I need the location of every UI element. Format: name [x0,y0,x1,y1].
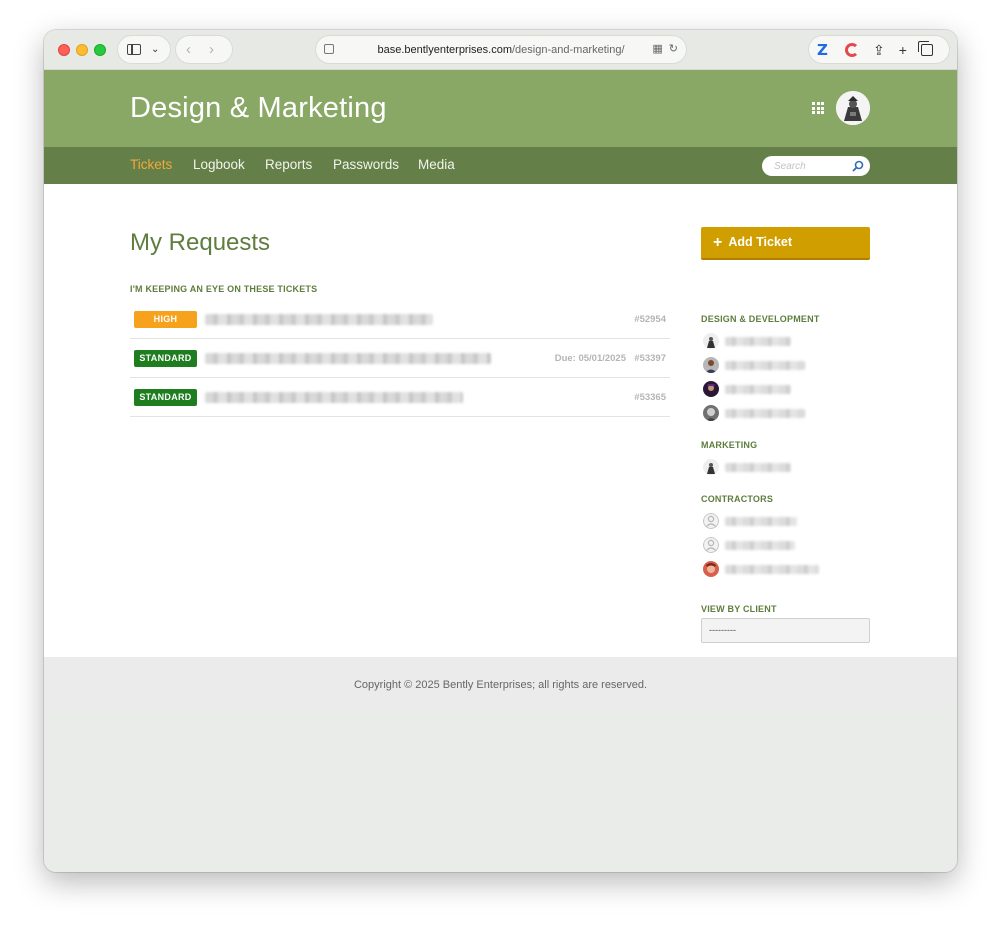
nav-logbook[interactable]: Logbook [193,157,245,172]
view-by-client-group: VIEW BY CLIENT [701,604,870,619]
default-avatar-icon [703,537,719,553]
share-icon[interactable]: ⇪ [873,43,885,57]
red-extension-icon[interactable] [845,42,859,57]
plus-icon: + [713,233,723,251]
page-background [44,709,957,872]
browser-window: ⌄ ‹ › base.bentlyenterprises.com/design-… [44,30,957,872]
member-item[interactable] [701,353,870,377]
nav-media[interactable]: Media [418,157,455,172]
member-item[interactable] [701,329,870,353]
nav-tickets[interactable]: Tickets [130,157,172,172]
member-name-redacted [725,565,819,574]
main-nav: Tickets Logbook Reports Passwords Media [44,147,957,184]
zoom-window-button[interactable] [94,44,106,56]
url-domain: base.bentlyenterprises.com [377,43,512,56]
site-header: Design & Marketing [44,70,957,147]
site-title: Design & Marketing [130,92,387,124]
member-name-redacted [725,337,791,346]
ticket-number: #53365 [634,392,666,403]
apps-grid-icon[interactable] [812,102,824,114]
member-name-redacted [725,361,805,370]
toolbar-extensions: Z ⇪ + [809,36,949,63]
watch-section-label: I'M KEEPING AN EYE ON THESE TICKETS [130,284,318,294]
zoom-extension-icon[interactable]: Z [817,42,831,57]
ticket-number: #52954 [634,314,666,325]
browser-toolbar: ⌄ ‹ › base.bentlyenterprises.com/design-… [44,30,957,70]
search-icon[interactable] [852,160,864,172]
page-settings-icon[interactable] [324,44,334,54]
main-content: My Requests I'M KEEPING AN EYE ON THESE … [44,184,957,657]
member-name-redacted [725,385,791,394]
group-heading: DESIGN & DEVELOPMENT [701,314,820,324]
copyright-text: Copyright © 2025 Bently Enterprises; all… [353,679,648,691]
priority-badge: HIGH [134,311,197,328]
new-tab-icon[interactable]: + [899,43,907,57]
priority-badge: STANDARD [134,389,197,406]
member-item[interactable] [701,377,870,401]
address-bar[interactable]: base.bentlyenterprises.com/design-and-ma… [316,36,686,63]
member-avatar [703,405,719,421]
tab-overview-icon[interactable] [917,40,933,56]
priority-badge: STANDARD [134,350,197,367]
reload-icon[interactable]: ↻ [669,42,678,55]
view-by-client-label: VIEW BY CLIENT [701,604,777,614]
member-item[interactable] [701,533,870,557]
url-actions: ▦ ↻ [652,42,678,55]
member-name-redacted [725,463,791,472]
member-item[interactable] [701,401,870,425]
ticket-due-date: Due: 05/01/2025 [554,353,626,364]
design-development-group: DESIGN & DEVELOPMENT [701,314,870,425]
member-name-redacted [725,517,797,526]
ticket-number: #53397 [634,353,666,364]
ticket-title-redacted[interactable] [205,353,491,364]
nav-passwords[interactable]: Passwords [333,157,399,172]
member-item[interactable] [701,509,870,533]
member-name-redacted [725,541,795,550]
close-window-button[interactable] [58,44,70,56]
minimize-window-button[interactable] [76,44,88,56]
ticket-title-redacted[interactable] [205,392,463,403]
client-select[interactable]: --------- [701,618,870,643]
ticket-list: HIGH #52954 STANDARD Due: 05/01/2025 #53… [130,300,670,417]
contractors-group: CONTRACTORS [701,494,870,581]
add-ticket-label: Add Ticket [728,234,793,249]
marketing-group: MARKETING [701,440,870,479]
group-heading: CONTRACTORS [701,494,774,504]
nav-reports[interactable]: Reports [265,157,312,172]
back-arrow-icon[interactable]: ‹ [186,42,191,57]
sidebar-toggle-button[interactable]: ⌄ [118,36,170,63]
history-nav: ‹ › [176,36,232,63]
add-ticket-button[interactable]: + Add Ticket [701,227,870,260]
page-title: My Requests [130,229,271,256]
member-item[interactable] [701,557,870,581]
url-path: /design-and-marketing/ [512,43,625,56]
sidebar-icon [127,44,141,55]
chevron-down-icon: ⌄ [151,44,160,55]
user-avatar[interactable] [836,91,870,125]
forward-arrow-icon[interactable]: › [209,42,214,57]
member-avatar [703,333,719,349]
url-text: base.bentlyenterprises.com/design-and-ma… [377,44,624,56]
default-avatar-icon [703,513,719,529]
ticket-row[interactable]: STANDARD Due: 05/01/2025 #53397 [130,339,670,378]
member-name-redacted [725,409,805,418]
site-footer: Copyright © 2025 Bently Enterprises; all… [44,657,957,709]
translate-icon[interactable]: ▦ [652,42,662,55]
ticket-title-redacted[interactable] [205,314,433,325]
member-avatar [703,381,719,397]
group-heading: MARKETING [701,440,758,450]
member-avatar [703,561,719,577]
member-item[interactable] [701,455,870,479]
member-avatar [703,459,719,475]
ticket-row[interactable]: HIGH #52954 [130,300,670,339]
member-avatar [703,357,719,373]
ticket-row[interactable]: STANDARD #53365 [130,378,670,417]
